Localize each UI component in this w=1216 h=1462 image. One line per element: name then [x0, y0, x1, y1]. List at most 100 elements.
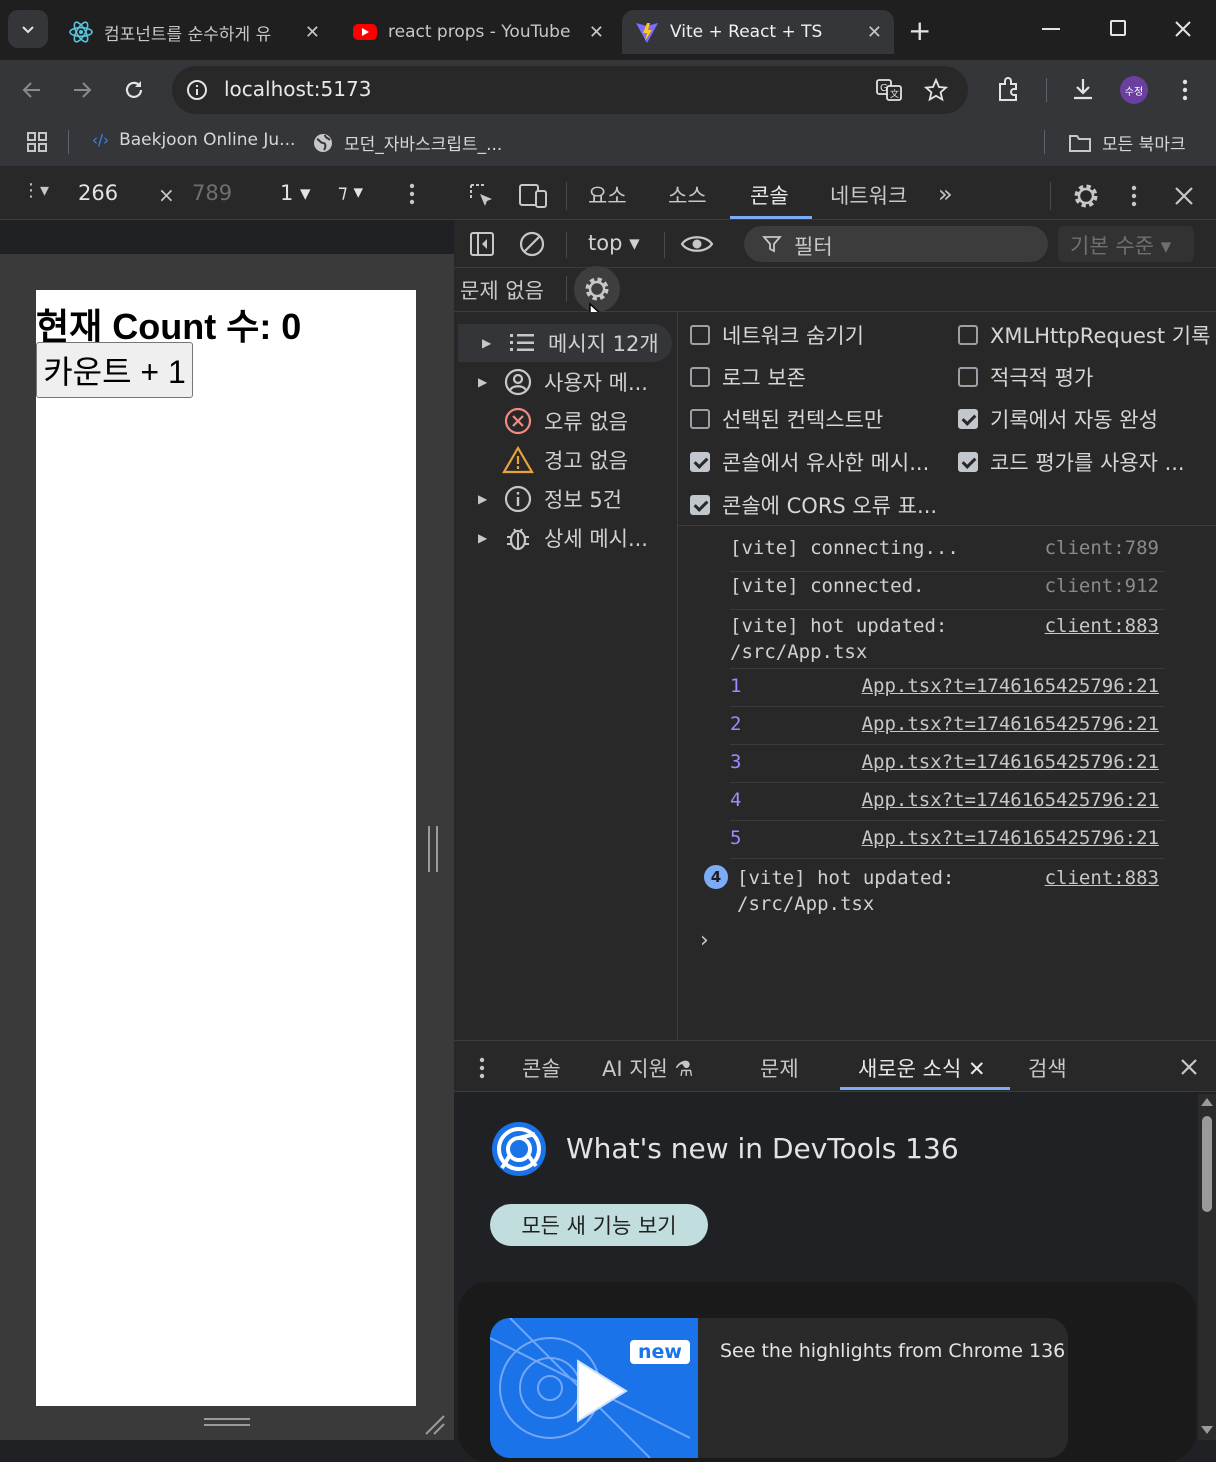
drawer-tab-whats-new[interactable]: 새로운 소식 ✕	[858, 1053, 986, 1083]
address-bar[interactable]: localhost:5173 G文	[172, 66, 968, 114]
bookmark-modern-js[interactable]: 모던_자바스크립트_...	[312, 130, 502, 155]
checkbox-checked[interactable]	[690, 452, 710, 472]
tab-network[interactable]: 네트워크	[830, 180, 907, 210]
checkbox[interactable]	[958, 325, 978, 345]
viewport-resize-handle-right[interactable]	[428, 826, 438, 872]
message-source-link[interactable]: client:883	[1045, 865, 1159, 891]
devtools-menu-icon[interactable]	[1128, 184, 1140, 208]
setting-log-xhr[interactable]: XMLHttpRequest 기록	[958, 320, 1214, 350]
tab-react-docs[interactable]: 컴포넌트를 순수하게 유 ✕	[56, 10, 332, 54]
message-source-link[interactable]: App.tsx?t=1746165425796:21	[862, 789, 1159, 811]
site-info-icon[interactable]	[186, 79, 208, 101]
message-source-link[interactable]: App.tsx?t=1746165425796:21	[862, 713, 1159, 735]
more-options-icon[interactable]	[406, 182, 418, 206]
url-text[interactable]: localhost:5173	[224, 77, 371, 101]
close-window-icon[interactable]	[1174, 20, 1192, 38]
message-source-link[interactable]: client:883	[1045, 613, 1159, 639]
viewport-resize-corner-icon[interactable]	[422, 1412, 446, 1436]
scrollbar-thumb[interactable]	[1202, 1116, 1212, 1212]
device-toggle-icon[interactable]	[518, 182, 548, 210]
checkbox[interactable]	[958, 367, 978, 387]
setting-hide-network[interactable]: 네트워크 숨기기	[690, 320, 940, 350]
clear-console-icon[interactable]	[518, 230, 546, 258]
drawer-tab-search[interactable]: 검색	[1028, 1053, 1067, 1083]
see-all-features-button[interactable]: 모든 새 기능 보기	[490, 1204, 708, 1246]
minimize-button[interactable]	[1042, 28, 1060, 30]
live-expression-eye-icon[interactable]	[680, 232, 714, 256]
settings-gear-icon[interactable]	[1072, 182, 1100, 210]
throttle-dropdown[interactable]: ⁊ ▾	[338, 181, 363, 203]
drawer-menu-icon[interactable]	[476, 1056, 488, 1080]
checkbox[interactable]	[690, 367, 710, 387]
close-devtools-icon[interactable]	[1174, 186, 1194, 206]
translate-icon[interactable]: G文	[876, 78, 902, 102]
setting-selected-context[interactable]: 선택된 컨텍스트만	[690, 404, 940, 434]
setting-user-gesture[interactable]: 코드 평가를 사용자 ...	[958, 447, 1214, 477]
tab-search-button[interactable]	[8, 10, 48, 48]
tab-elements[interactable]: 요소	[588, 180, 627, 210]
setting-preserve-log[interactable]: 로그 보존	[690, 362, 940, 392]
highlights-video-card[interactable]: new See the highlights from Chrome 136	[490, 1318, 1068, 1458]
viewport-resize-handle-bottom[interactable]	[204, 1418, 250, 1426]
checkbox[interactable]	[690, 325, 710, 345]
download-icon[interactable]	[1070, 76, 1096, 102]
bookmark-star-icon[interactable]	[924, 78, 948, 102]
sidebar-item-verbose[interactable]: ▶ 상세 메시...	[454, 519, 678, 557]
sidebar-item-user-messages[interactable]: ▶ 사용자 메...	[454, 363, 678, 401]
tab-youtube[interactable]: react props - YouTube ✕	[340, 10, 616, 54]
close-tab-icon[interactable]: ✕	[589, 22, 604, 43]
bookmark-baekjoon[interactable]: ‹/› Baekjoon Online Ju...	[92, 130, 295, 150]
drawer-tab-ai[interactable]: AI 지원 ⚗	[602, 1053, 693, 1083]
setting-autocomplete[interactable]: 기록에서 자동 완성	[958, 404, 1214, 434]
new-tab-button[interactable]: +	[908, 14, 931, 47]
device-width-input[interactable]: 266	[78, 181, 118, 205]
tab-vite-active[interactable]: Vite + React + TS ✕	[622, 10, 894, 54]
expand-caret-icon[interactable]: ▶	[478, 492, 498, 506]
close-tab-icon[interactable]: ✕	[867, 22, 882, 43]
play-icon[interactable]	[568, 1356, 628, 1426]
expand-caret-icon[interactable]: ▶	[478, 375, 498, 389]
sidebar-item-warnings[interactable]: 경고 없음	[454, 441, 678, 479]
checkbox-checked[interactable]	[690, 495, 710, 515]
message-source-link[interactable]: App.tsx?t=1746165425796:21	[862, 827, 1159, 849]
close-tab-icon[interactable]: ✕	[305, 22, 320, 43]
sidebar-item-info[interactable]: ▶ 정보 5건	[454, 480, 678, 518]
close-drawer-tab-icon[interactable]: ✕	[968, 1057, 986, 1081]
console-filter-input[interactable]: 필터	[744, 226, 1048, 262]
apps-grid-icon[interactable]	[26, 131, 48, 153]
context-selector[interactable]: top ▾	[588, 231, 640, 255]
message-source-link[interactable]: App.tsx?t=1746165425796:21	[862, 675, 1159, 697]
console-prompt[interactable]: ›	[700, 928, 709, 953]
checkbox-checked[interactable]	[958, 409, 978, 429]
expand-caret-icon[interactable]: ▶	[482, 336, 502, 350]
more-menu-icon[interactable]	[1178, 78, 1192, 102]
issues-status[interactable]: 문제 없음	[460, 275, 544, 305]
all-bookmarks-button[interactable]: 모든 북마크	[1068, 130, 1186, 155]
checkbox-checked[interactable]	[958, 452, 978, 472]
forward-icon[interactable]	[70, 78, 94, 102]
inspect-element-icon[interactable]	[468, 182, 496, 210]
setting-eager-eval[interactable]: 적극적 평가	[958, 362, 1214, 392]
video-thumbnail[interactable]: new	[490, 1318, 698, 1458]
device-height-input[interactable]: 789	[192, 181, 232, 205]
expand-caret-icon[interactable]: ▶	[478, 531, 498, 545]
profile-avatar[interactable]: 수정	[1120, 76, 1148, 104]
tab-sources[interactable]: 소스	[668, 180, 707, 210]
device-menu-dropdown[interactable]: ⋮▾	[22, 180, 49, 201]
setting-cors-errors[interactable]: 콘솔에 CORS 오류 표...	[690, 490, 948, 520]
drawer-tab-issues[interactable]: 문제	[760, 1053, 799, 1083]
message-source-link[interactable]: App.tsx?t=1746165425796:21	[862, 751, 1159, 773]
reload-icon[interactable]	[122, 78, 146, 102]
drawer-scrollbar[interactable]	[1198, 1094, 1216, 1440]
setting-group-similar[interactable]: 콘솔에서 유사한 메시...	[690, 447, 948, 477]
tab-console[interactable]: 콘솔	[750, 180, 789, 210]
scrollbar-up-arrow[interactable]	[1201, 1098, 1213, 1106]
sidebar-toggle-icon[interactable]	[468, 230, 496, 258]
more-tabs-icon[interactable]: »	[938, 180, 953, 208]
drawer-tab-console[interactable]: 콘솔	[522, 1053, 561, 1083]
back-icon[interactable]	[20, 78, 44, 102]
sidebar-item-errors[interactable]: 오류 없음	[454, 402, 678, 440]
extensions-icon[interactable]	[996, 76, 1022, 102]
sidebar-item-messages[interactable]: ▶ 메시지 12개	[458, 324, 672, 362]
close-drawer-icon[interactable]	[1180, 1058, 1198, 1076]
